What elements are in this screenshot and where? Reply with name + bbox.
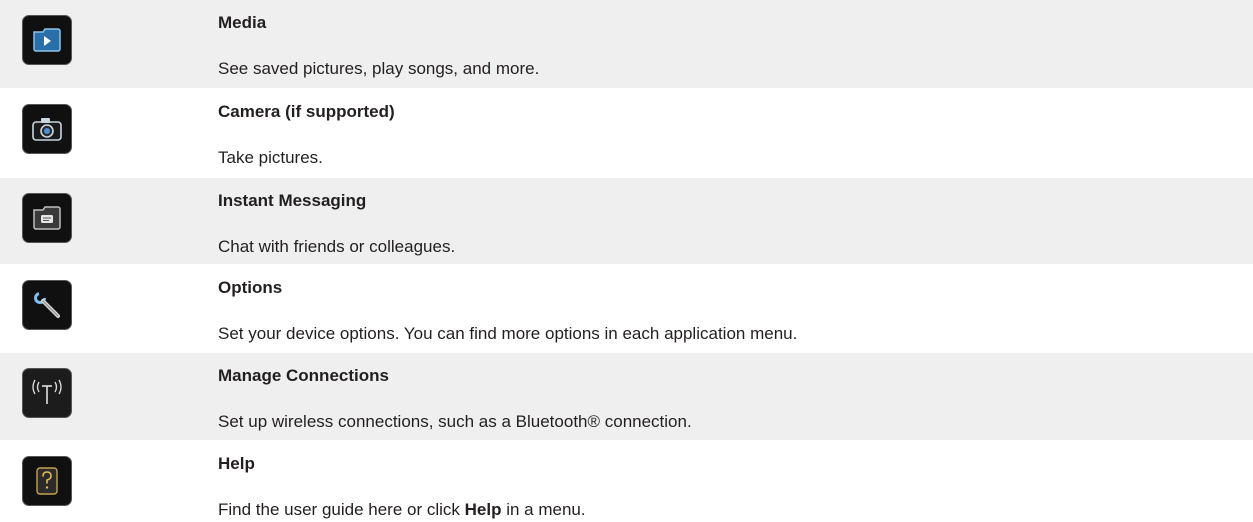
item-title: Media (218, 13, 267, 32)
list-item-camera[interactable]: Camera (if supported) Take pictures. (0, 89, 1253, 178)
application-list: Media See saved pictures, play songs, an… (0, 0, 1253, 522)
list-item-options[interactable]: Options Set your device options. You can… (0, 265, 1253, 353)
instant-messaging-icon (22, 193, 72, 243)
wrench-icon (22, 280, 72, 330)
item-title: Camera (if supported) (218, 102, 395, 121)
description-text: in a menu. (501, 500, 586, 519)
item-title: Options (218, 278, 283, 297)
list-item-help[interactable]: Help Find the user guide here or click H… (0, 441, 1253, 522)
antenna-icon (22, 368, 72, 418)
camera-icon (22, 104, 72, 154)
media-icon (22, 15, 72, 65)
item-title: Help (218, 454, 255, 473)
list-item-instant-messaging[interactable]: Instant Messaging Chat with friends or c… (0, 178, 1253, 265)
item-description: Find the user guide here or click Help i… (218, 500, 586, 520)
help-icon (22, 456, 72, 506)
item-title: Instant Messaging (218, 191, 367, 210)
list-item-media[interactable]: Media See saved pictures, play songs, an… (0, 0, 1253, 89)
item-description: See saved pictures, play songs, and more… (218, 59, 540, 78)
help-keyword: Help (464, 500, 502, 519)
item-title: Manage Connections (218, 366, 389, 385)
description-text: Find the user guide here or click (218, 500, 465, 519)
list-item-manage-connections[interactable]: Manage Connections Set up wireless conne… (0, 353, 1253, 441)
item-description: Set up wireless connections, such as a B… (218, 412, 692, 431)
item-description: Set your device options. You can find mo… (218, 324, 798, 343)
item-description: Chat with friends or colleagues. (218, 237, 456, 256)
item-description: Take pictures. (218, 148, 323, 167)
